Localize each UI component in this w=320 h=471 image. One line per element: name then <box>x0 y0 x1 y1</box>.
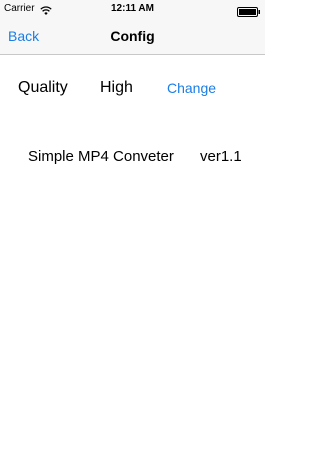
app-name-label: Simple MP4 Conveter <box>28 148 174 165</box>
app-version-label: ver1.1 <box>200 148 242 165</box>
quality-label: Quality <box>18 79 68 96</box>
change-quality-button[interactable]: Change <box>167 78 216 98</box>
status-bar: Carrier 12:11 AM <box>0 0 265 18</box>
navigation-bar: Back Config <box>0 18 265 55</box>
config-screen: Carrier 12:11 AM Back Config Quality Hig… <box>0 0 265 471</box>
quality-value: High <box>100 79 133 96</box>
status-time: 12:11 AM <box>111 3 154 14</box>
page-title: Config <box>110 28 155 44</box>
battery-full-icon <box>237 4 261 17</box>
